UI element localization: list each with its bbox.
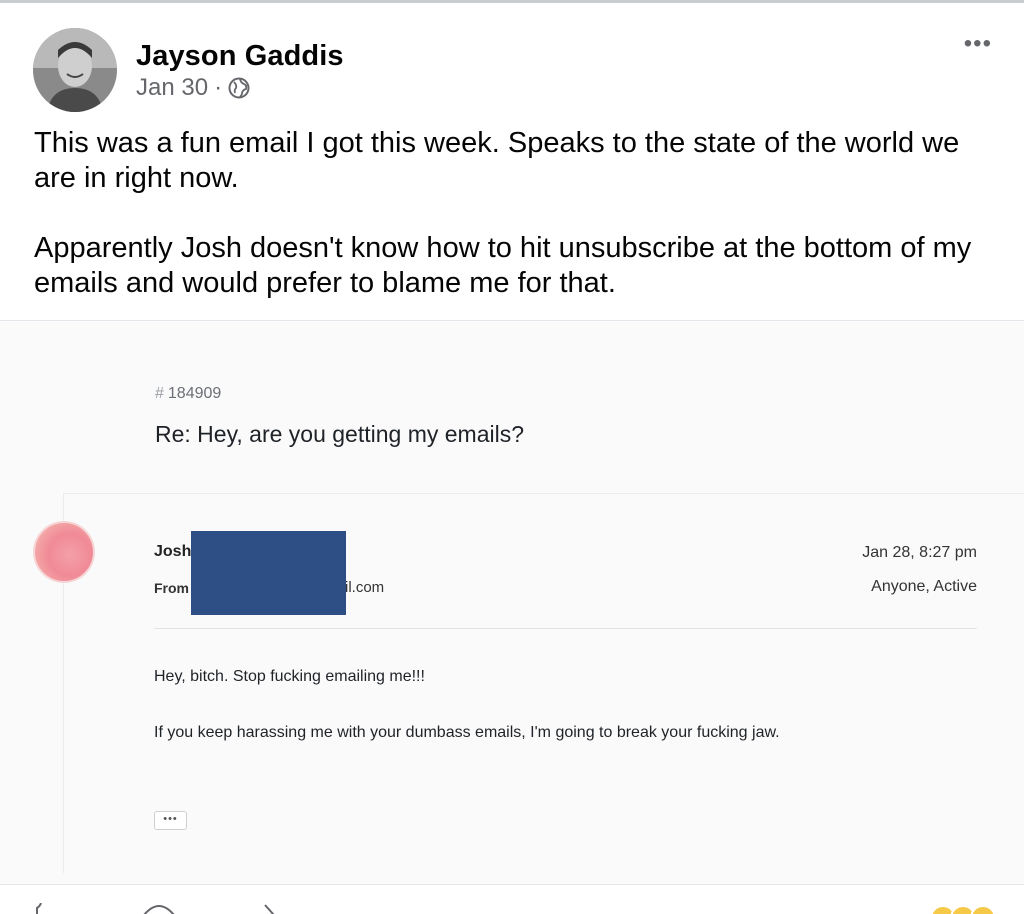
like-icon[interactable] xyxy=(34,903,48,914)
ticket-id: 184909 xyxy=(167,385,222,402)
post-date[interactable]: Jan 30 xyxy=(136,74,208,102)
reaction-icon xyxy=(970,905,996,914)
post-author-name[interactable]: Jayson Gaddis xyxy=(136,40,344,73)
show-trimmed-content-button[interactable]: ••• xyxy=(154,811,187,830)
author-avatar[interactable] xyxy=(33,28,117,112)
sender-avatar xyxy=(33,521,95,583)
post-paragraph-2: Apparently Josh doesn't know how to hit … xyxy=(34,232,972,299)
post-body: This was a fun email I got this week. Sp… xyxy=(34,126,994,336)
header-divider xyxy=(154,628,977,629)
email-date: Jan 28, 8:27 pm xyxy=(862,544,977,561)
meta-separator: · xyxy=(214,74,223,101)
email-status: Anyone, Active xyxy=(871,578,977,595)
post-action-bar xyxy=(0,884,1024,914)
email-body-line: If you keep harassing me with your dumba… xyxy=(154,724,780,741)
redaction-block xyxy=(191,567,346,615)
sender-name: Josh xyxy=(154,543,192,560)
post-meta: Jan 30 · xyxy=(136,74,250,102)
attached-email-screenshot[interactable]: #184909 Re: Hey, are you getting my emai… xyxy=(0,320,1024,884)
share-icon[interactable] xyxy=(262,903,276,914)
comment-icon[interactable] xyxy=(142,903,176,914)
post-paragraph-1: This was a fun email I got this week. Sp… xyxy=(34,127,960,194)
more-options-button[interactable]: ••• xyxy=(964,32,992,56)
top-border xyxy=(0,0,1024,3)
email-subject: Re: Hey, are you getting my emails? xyxy=(155,421,525,447)
sender-email-fragment: il.com xyxy=(345,579,385,596)
email-body-line: Hey, bitch. Stop fucking emailing me!!! xyxy=(154,668,425,685)
reaction-emoji-icons[interactable] xyxy=(930,905,996,914)
avatar-photo-icon xyxy=(33,28,117,112)
ticket-number: #184909 xyxy=(155,385,221,403)
globe-icon xyxy=(228,77,250,99)
from-label: From xyxy=(154,580,189,596)
ticket-hash: # xyxy=(155,385,164,402)
